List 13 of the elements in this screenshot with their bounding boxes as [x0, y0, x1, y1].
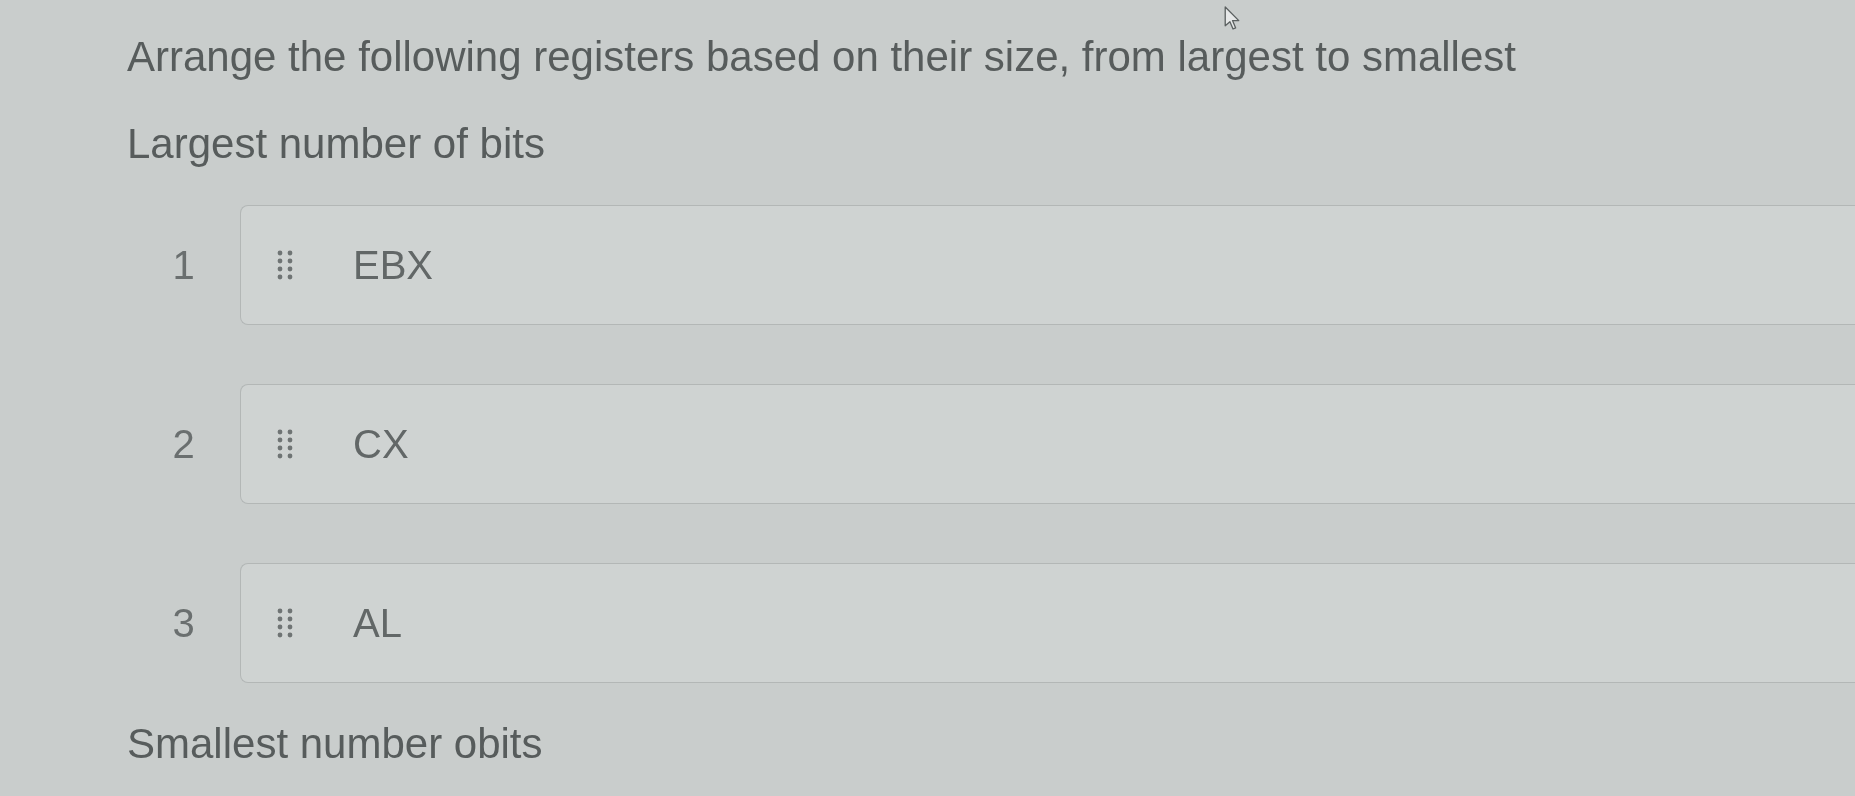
question-prompt: Arrange the following registers based on their size, from largest to smallest	[127, 33, 1516, 81]
position-number: 3	[171, 600, 196, 646]
drag-handle-icon	[277, 608, 293, 638]
top-label: Largest number of bits	[127, 120, 545, 168]
draggable-item[interactable]: AL	[240, 563, 1855, 683]
position-number: 2	[171, 421, 196, 467]
position-number: 1	[171, 242, 196, 288]
draggable-item[interactable]: CX	[240, 384, 1855, 504]
drag-handle-icon	[277, 250, 293, 280]
mouse-pointer-icon	[1224, 6, 1240, 30]
drag-handle-icon	[277, 429, 293, 459]
draggable-item[interactable]: EBX	[240, 205, 1855, 325]
bottom-label: Smallest number obits	[127, 720, 543, 768]
